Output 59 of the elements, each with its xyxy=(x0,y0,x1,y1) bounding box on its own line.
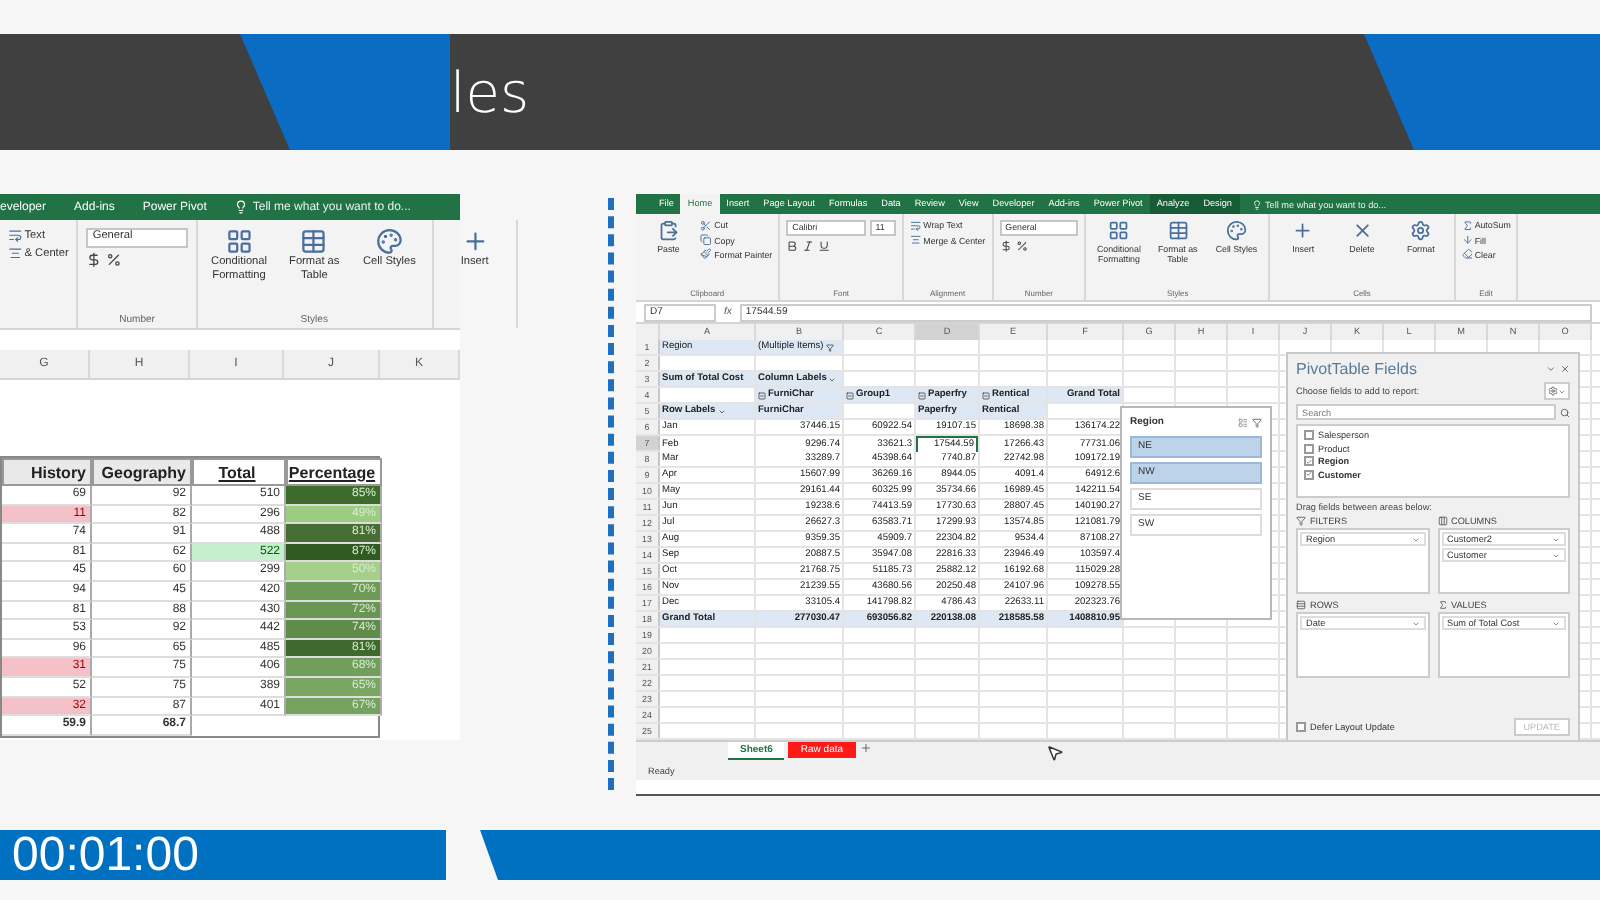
scissors-icon xyxy=(700,220,713,232)
caret-icon[interactable] xyxy=(1546,364,1556,374)
table-header: Geography xyxy=(92,458,192,486)
bold-icon xyxy=(786,239,799,252)
dollar-icon xyxy=(999,239,1012,252)
checkbox[interactable] xyxy=(1304,443,1314,453)
clear-filter-icon[interactable] xyxy=(1252,417,1262,427)
wrap-text-icon xyxy=(909,220,922,232)
clipboard-icon xyxy=(657,220,679,242)
sigma-icon xyxy=(1461,220,1473,232)
align-center-icon xyxy=(8,246,23,262)
palette-icon xyxy=(376,228,403,255)
settings-button[interactable] xyxy=(1544,382,1570,400)
align-center-icon xyxy=(909,234,922,246)
mouse-pointer-icon xyxy=(1046,744,1064,762)
percent-icon xyxy=(1015,239,1028,252)
grid-icon xyxy=(1108,220,1130,242)
plus-icon xyxy=(461,228,489,255)
down-arrow-icon xyxy=(1461,234,1473,246)
x-icon xyxy=(1351,220,1373,242)
dollar-icon xyxy=(86,251,103,268)
percent-icon xyxy=(106,251,122,268)
slide-title: les xyxy=(450,59,530,125)
lightbulb-icon xyxy=(234,200,249,214)
gear-icon xyxy=(1548,386,1558,396)
collapse-icon[interactable] xyxy=(918,391,926,399)
table-header: Total xyxy=(192,458,286,486)
add-sheet-icon[interactable] xyxy=(859,742,872,754)
pane-title: PivotTable Fields xyxy=(1296,360,1417,378)
plus-icon xyxy=(1292,220,1314,242)
checkbox[interactable] xyxy=(1304,456,1314,466)
lightbulb-icon xyxy=(1251,199,1261,209)
collapse-icon[interactable] xyxy=(758,391,766,399)
collapse-icon[interactable] xyxy=(846,391,854,399)
gear-icon xyxy=(1410,220,1432,242)
columns-icon xyxy=(1437,516,1447,526)
paintbrush-icon xyxy=(700,248,713,261)
table-icon xyxy=(1167,220,1189,242)
checkbox[interactable] xyxy=(1296,722,1306,732)
wrap-text-icon xyxy=(8,228,23,243)
table-header: Percentage xyxy=(286,458,382,486)
copy-icon xyxy=(700,234,713,246)
multi-select-icon[interactable] xyxy=(1238,417,1248,427)
table-icon xyxy=(300,228,328,255)
underline-icon xyxy=(818,239,832,252)
filter-icon xyxy=(825,343,834,351)
grid-icon xyxy=(225,228,253,255)
table-header: History xyxy=(2,458,92,486)
search-icon xyxy=(1560,407,1570,417)
timer: 00:01:00 xyxy=(0,830,446,880)
checkbox[interactable] xyxy=(1304,469,1314,479)
palette-icon xyxy=(1225,220,1247,242)
filter-icon xyxy=(1296,516,1306,526)
checkbox[interactable] xyxy=(1304,430,1314,440)
italic-icon xyxy=(802,239,815,252)
eraser-icon xyxy=(1461,248,1473,261)
rows-icon xyxy=(1296,600,1306,610)
sigma-icon xyxy=(1437,600,1447,610)
collapse-icon[interactable] xyxy=(982,391,990,399)
